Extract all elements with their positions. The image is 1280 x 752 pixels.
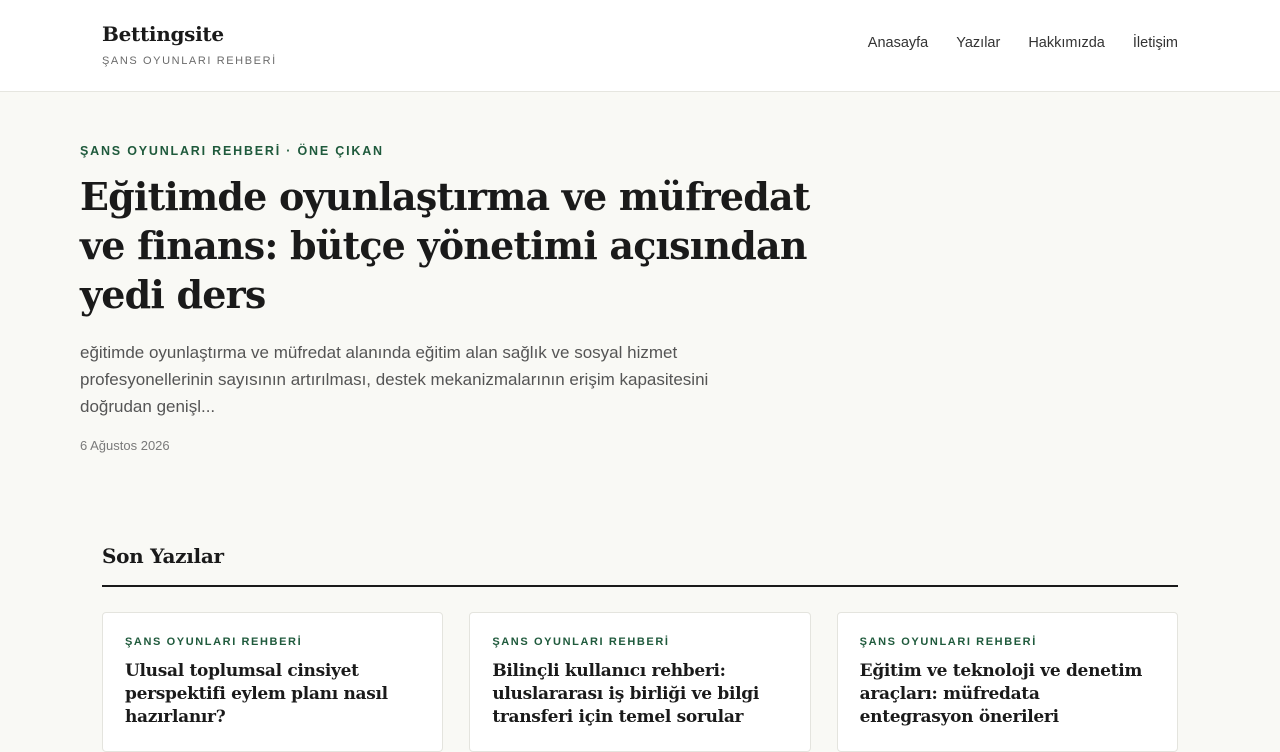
site-header: Bettingsite ŞANS OYUNLARI REHBERİ Anasay… bbox=[0, 0, 1280, 92]
recent-posts-heading: Son Yazılar bbox=[102, 544, 1178, 587]
post-card-title[interactable]: Bilinçli kullanıcı rehberi: uluslararası… bbox=[492, 660, 787, 729]
post-card-category[interactable]: ŞANS OYUNLARI REHBERİ bbox=[860, 636, 1155, 648]
post-card[interactable]: ŞANS OYUNLARI REHBERİ Bilinçli kullanıcı… bbox=[469, 612, 811, 752]
main-nav: Anasayfa Yazılar Hakkımızda İletişim bbox=[868, 35, 1178, 51]
nav-link-posts[interactable]: Yazılar bbox=[956, 35, 1000, 51]
post-card-category[interactable]: ŞANS OYUNLARI REHBERİ bbox=[125, 636, 420, 648]
featured-eyebrow: ŞANS OYUNLARI REHBERİ · ÖNE ÇIKAN bbox=[80, 144, 384, 158]
nav-link-home[interactable]: Anasayfa bbox=[868, 35, 928, 51]
site-logo-text[interactable]: Bettingsite bbox=[102, 22, 277, 46]
featured-post: ŞANS OYUNLARI REHBERİ · ÖNE ÇIKAN Eğitim… bbox=[80, 144, 820, 453]
recent-posts-section: Son Yazılar ŞANS OYUNLARI REHBERİ Ulusal… bbox=[102, 544, 1178, 752]
site-tagline: ŞANS OYUNLARI REHBERİ bbox=[102, 55, 277, 67]
nav-link-contact[interactable]: İletişim bbox=[1133, 35, 1178, 51]
featured-title[interactable]: Eğitimde oyunlaştırma ve müfredat ve fin… bbox=[80, 172, 820, 319]
post-card-title[interactable]: Ulusal toplumsal cinsiyet perspektifi ey… bbox=[125, 660, 420, 729]
post-card-title[interactable]: Eğitim ve teknoloji ve denetim araçları:… bbox=[860, 660, 1155, 729]
nav-link-about[interactable]: Hakkımızda bbox=[1028, 35, 1105, 51]
post-card-list: ŞANS OYUNLARI REHBERİ Ulusal toplumsal c… bbox=[102, 612, 1178, 752]
post-card[interactable]: ŞANS OYUNLARI REHBERİ Ulusal toplumsal c… bbox=[102, 612, 444, 752]
featured-date: 6 Ağustos 2026 bbox=[80, 438, 170, 453]
post-card[interactable]: ŞANS OYUNLARI REHBERİ Eğitim ve teknoloj… bbox=[836, 612, 1178, 752]
post-card-category[interactable]: ŞANS OYUNLARI REHBERİ bbox=[492, 636, 787, 648]
brand[interactable]: Bettingsite ŞANS OYUNLARI REHBERİ bbox=[102, 22, 277, 67]
featured-excerpt: eğitimde oyunlaştırma ve müfredat alanın… bbox=[80, 343, 709, 416]
